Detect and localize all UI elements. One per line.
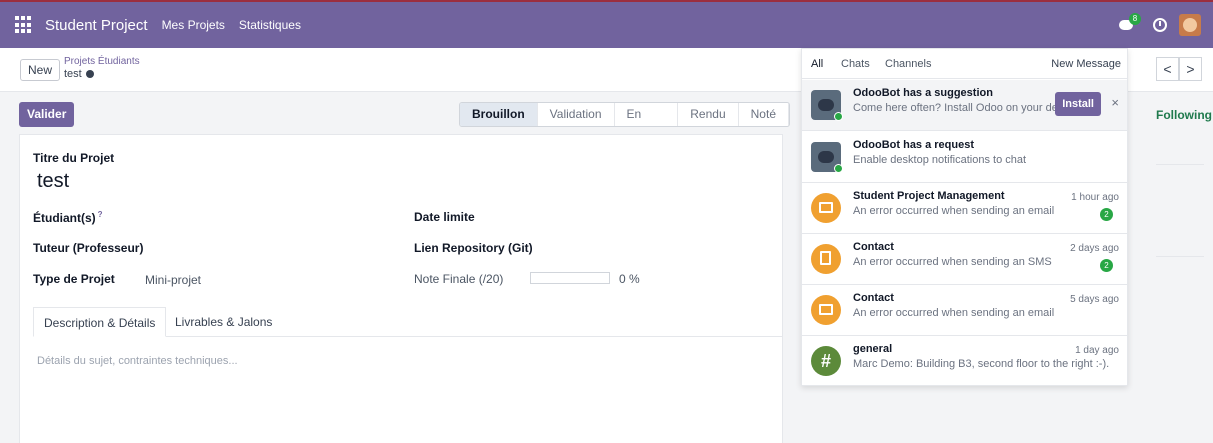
item-count-badge: 2 xyxy=(1100,208,1113,221)
item-title: general xyxy=(853,343,893,355)
item-count-badge: 2 xyxy=(1100,259,1113,272)
apps-icon[interactable] xyxy=(15,16,33,34)
following-button[interactable]: Following xyxy=(1156,108,1212,122)
new-message-button[interactable]: New Message xyxy=(1051,58,1121,70)
stage-en-cours[interactable]: En cours xyxy=(615,103,679,126)
systray: 8 xyxy=(1119,2,1201,48)
online-status-icon xyxy=(834,164,843,173)
item-time: 2 days ago xyxy=(1070,243,1119,254)
item-title: Contact xyxy=(853,292,894,304)
form-sheet: Titre du Projet test Étudiant(s)? Date l… xyxy=(19,134,783,443)
chatter-divider xyxy=(1156,256,1204,257)
item-text: An error occurred when sending an SMS xyxy=(853,256,1052,268)
stage-brouillon[interactable]: Brouillon xyxy=(460,103,538,126)
stage-rendu[interactable]: Rendu xyxy=(678,103,739,126)
deadline-label: Date limite xyxy=(414,210,475,224)
pager: < > xyxy=(1156,57,1202,81)
mail-error-icon xyxy=(811,193,841,223)
pager-next-button[interactable]: > xyxy=(1179,57,1202,81)
tab-channels[interactable]: Channels xyxy=(885,58,931,70)
grade-label: Note Finale (/20) xyxy=(414,272,504,286)
chatter-divider xyxy=(1156,164,1204,165)
validate-button[interactable]: Valider xyxy=(19,102,75,127)
menu-statistiques[interactable]: Statistiques xyxy=(239,18,301,32)
app-name[interactable]: Student Project xyxy=(45,17,148,34)
type-label: Type de Projet xyxy=(33,272,115,286)
messaging-header: All Chats Channels New Message xyxy=(802,49,1127,79)
close-icon[interactable]: × xyxy=(1111,95,1119,110)
item-time: 1 hour ago xyxy=(1071,192,1119,203)
description-field[interactable]: Détails du sujet, contraintes techniques… xyxy=(37,355,238,367)
mail-error-icon xyxy=(811,295,841,325)
grade-progress-bar[interactable] xyxy=(530,272,610,284)
gear-icon[interactable] xyxy=(85,70,94,78)
chat-icon[interactable]: 8 xyxy=(1119,13,1141,34)
tab-all[interactable]: All xyxy=(811,58,823,70)
repo-label: Lien Repository (Git) xyxy=(414,241,533,255)
breadcrumb: Projets Étudiants test xyxy=(64,56,140,80)
chat-badge: 8 xyxy=(1129,13,1141,25)
stage-validation[interactable]: Validation xyxy=(538,103,615,126)
list-item[interactable]: Contact An error occurred when sending a… xyxy=(802,234,1127,285)
stage-note[interactable]: Noté xyxy=(739,103,789,126)
online-status-icon xyxy=(834,112,843,121)
user-avatar[interactable] xyxy=(1179,14,1201,36)
item-text: Marc Demo: Building B3, second floor to … xyxy=(853,358,1110,370)
item-text: An error occurred when sending an email xyxy=(853,307,1055,319)
item-text: An error occurred when sending an email xyxy=(853,205,1055,217)
item-text: Come here often? Install Odoo on your de… xyxy=(853,102,1075,114)
install-button[interactable]: Install xyxy=(1055,92,1101,116)
list-item[interactable]: Contact An error occurred when sending a… xyxy=(802,285,1127,336)
hash-icon: # xyxy=(811,346,841,376)
help-icon[interactable]: ? xyxy=(98,210,103,219)
item-time: 1 day ago xyxy=(1075,345,1119,356)
menu-mes-projets[interactable]: Mes Projets xyxy=(162,18,225,32)
tab-description[interactable]: Description & Détails xyxy=(33,307,167,337)
item-title: OdooBot has a request xyxy=(853,139,975,151)
grade-value: 0 % xyxy=(619,272,640,286)
item-title: OdooBot has a suggestion xyxy=(853,87,993,99)
top-navbar: Student Project Mes Projets Statistiques… xyxy=(0,0,1213,48)
students-label: Étudiant(s)? xyxy=(33,210,103,225)
tutor-label: Tuteur (Professeur) xyxy=(33,241,144,255)
breadcrumb-parent[interactable]: Projets Étudiants xyxy=(64,56,140,68)
stage-pipeline: Brouillon Validation En cours Rendu Noté xyxy=(459,102,790,127)
breadcrumb-current: test xyxy=(64,68,140,80)
tab-livrables[interactable]: Livrables & Jalons xyxy=(165,307,282,337)
type-field[interactable]: Mini-projet xyxy=(145,273,201,287)
new-button[interactable]: New xyxy=(20,59,61,81)
pager-prev-button[interactable]: < xyxy=(1156,57,1179,81)
item-title: Contact xyxy=(853,241,894,253)
list-item[interactable]: OdooBot has a request Enable desktop not… xyxy=(802,132,1127,183)
item-title: Student Project Management xyxy=(853,190,1005,202)
messaging-dropdown: All Chats Channels New Message OdooBot h… xyxy=(801,48,1128,386)
clock-icon[interactable] xyxy=(1153,18,1167,32)
students-label-text: Étudiant(s) xyxy=(33,211,96,225)
status-bar: Valider Brouillon Validation En cours Re… xyxy=(0,92,790,136)
item-text: Enable desktop notifications to chat xyxy=(853,154,1027,166)
sms-error-icon xyxy=(811,244,841,274)
list-item[interactable]: # general Marc Demo: Building B3, second… xyxy=(802,336,1127,387)
title-label: Titre du Projet xyxy=(33,151,115,165)
notebook-tabs: Description & Détails Livrables & Jalons xyxy=(33,307,782,337)
item-time: 5 days ago xyxy=(1070,294,1119,305)
list-item[interactable]: Student Project Management An error occu… xyxy=(802,183,1127,234)
tab-chats[interactable]: Chats xyxy=(841,58,870,70)
title-field[interactable]: test xyxy=(37,170,69,193)
breadcrumb-current-label: test xyxy=(64,68,82,80)
